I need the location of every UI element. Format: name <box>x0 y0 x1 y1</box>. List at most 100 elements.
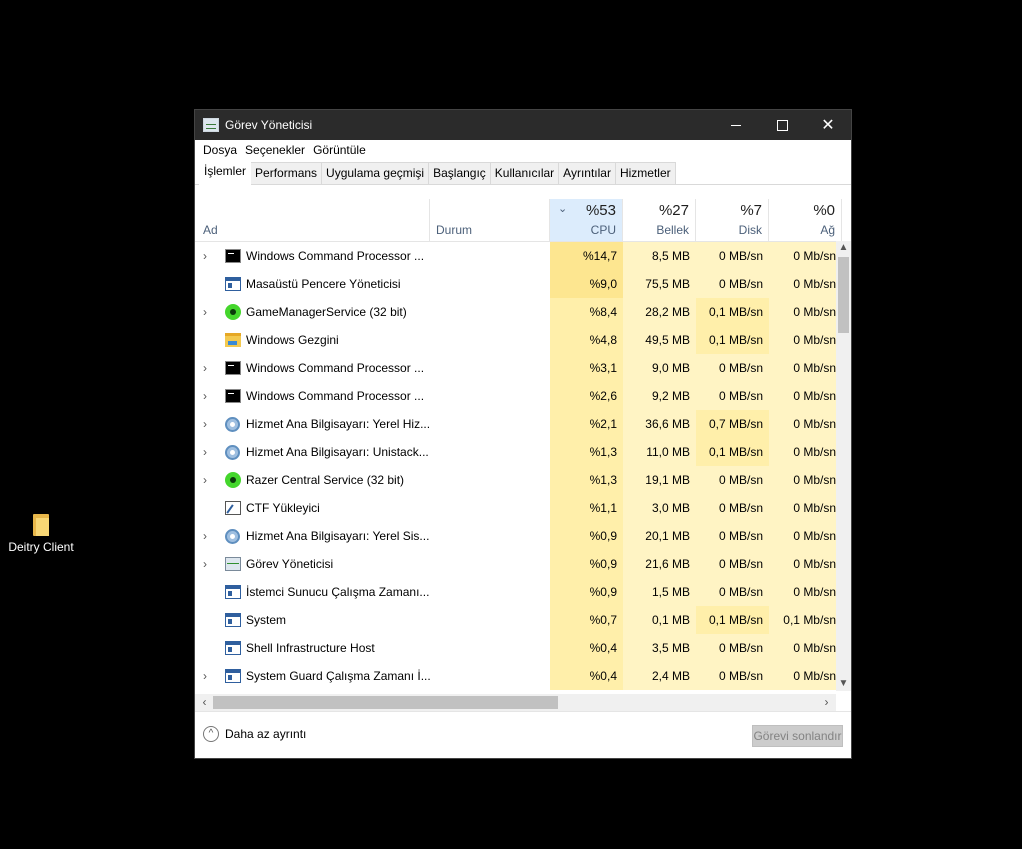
network-cell: 0 Mb/sn <box>769 578 842 606</box>
menu-file[interactable]: Dosya <box>203 143 237 157</box>
process-name: System Guard Çalışma Zamanı İ... <box>246 669 431 683</box>
process-name-cell: CTF Yükleyici <box>195 494 430 522</box>
table-row[interactable]: › Hizmet Ana Bilgisayarı: Yerel Sis... %0,… <box>195 522 851 550</box>
expand-chevron-icon[interactable]: › <box>203 522 207 550</box>
ctf-icon <box>225 501 241 515</box>
scroll-left-icon[interactable]: ‹ <box>197 694 212 711</box>
expand-chevron-icon[interactable]: › <box>203 438 207 466</box>
column-header-disk[interactable]: %7 Disk <box>696 199 769 241</box>
gear-icon <box>225 417 240 432</box>
table-row[interactable]: System %0,7 0,1 MB 0,1 MB/sn 0,1 Mb/sn <box>195 606 851 634</box>
maximize-icon <box>776 119 788 131</box>
maximize-button[interactable] <box>759 110 805 140</box>
table-row[interactable]: › Hizmet Ana Bilgisayarı: Yerel Hiz... %2,… <box>195 410 851 438</box>
expand-chevron-icon[interactable]: › <box>203 662 207 690</box>
cpu-cell: %0,7 <box>550 606 623 634</box>
cpu-cell: %2,1 <box>550 410 623 438</box>
process-list: › Windows Command Processor ... %14,7 8,5 M… <box>195 242 851 690</box>
table-row[interactable]: › Windows Command Processor ... %2,6 9,2 MB… <box>195 382 851 410</box>
cpu-cell: %8,4 <box>550 298 623 326</box>
process-name: CTF Yükleyici <box>246 501 320 515</box>
menu-view[interactable]: Görüntüle <box>313 143 366 157</box>
network-label: Ağ <box>820 223 835 237</box>
process-name: Windows Command Processor ... <box>246 361 425 375</box>
close-button[interactable]: ✕ <box>805 110 851 140</box>
task-manager-icon <box>203 118 219 132</box>
disk-cell: 0 MB/sn <box>696 634 769 662</box>
cpu-cell: %0,4 <box>550 634 623 662</box>
process-name: Masaüstü Pencere Yöneticisi <box>246 277 401 291</box>
column-header-name[interactable]: Ad <box>195 199 430 241</box>
scroll-up-icon[interactable]: ▲ <box>836 241 851 255</box>
tab-users[interactable]: Kullanıcılar <box>489 162 560 184</box>
cpu-cell: %4,8 <box>550 326 623 354</box>
expand-chevron-icon[interactable]: › <box>203 298 207 326</box>
memory-cell: 2,4 MB <box>623 662 696 690</box>
expand-chevron-icon[interactable]: › <box>203 466 207 494</box>
process-name-cell: › System Guard Çalışma Zamanı İ... <box>195 662 431 690</box>
table-row[interactable]: CTF Yükleyici %1,1 3,0 MB 0 MB/sn 0 Mb/sn <box>195 494 851 522</box>
vertical-scroll-thumb[interactable] <box>838 257 849 333</box>
column-header-cpu[interactable]: ⌄ %53 CPU <box>550 199 623 241</box>
minimize-button[interactable] <box>713 110 759 140</box>
table-row[interactable]: › Windows Command Processor ... %3,1 9,0 MB… <box>195 354 851 382</box>
gear-icon <box>225 445 240 460</box>
disk-cell: 0 MB/sn <box>696 550 769 578</box>
process-name: Shell Infrastructure Host <box>246 641 375 655</box>
process-name-cell: › Windows Command Processor ... <box>195 354 430 382</box>
table-row[interactable]: › Windows Command Processor ... %14,7 8,5 M… <box>195 242 851 270</box>
memory-cell: 3,5 MB <box>623 634 696 662</box>
horizontal-scroll-thumb[interactable] <box>213 696 558 709</box>
scroll-right-icon[interactable]: › <box>819 694 834 711</box>
column-header-memory[interactable]: %27 Bellek <box>623 199 696 241</box>
expand-chevron-icon[interactable]: › <box>203 242 207 270</box>
disk-cell: 0,1 MB/sn <box>696 438 769 466</box>
disk-cell: 0 MB/sn <box>696 578 769 606</box>
column-header-status[interactable]: Durum <box>430 199 550 241</box>
tab-details[interactable]: Ayrıntılar <box>558 162 616 184</box>
tab-processes[interactable]: İşlemler <box>199 160 252 185</box>
menu-bar: Dosya Seçenekler Görüntüle <box>195 140 851 160</box>
tab-app-history[interactable]: Uygulama geçmişi <box>321 162 430 184</box>
disk-cell: 0,1 MB/sn <box>696 606 769 634</box>
end-task-button[interactable]: Görevi sonlandır <box>752 725 843 747</box>
app-icon <box>225 613 241 627</box>
table-row[interactable]: Masaüstü Pencere Yöneticisi %9,0 75,5 MB 0 … <box>195 270 851 298</box>
table-row[interactable]: Shell Infrastructure Host %0,4 3,5 MB 0 MB/… <box>195 634 851 662</box>
table-row[interactable]: › Razer Central Service (32 bit) %1,3 19,1 … <box>195 466 851 494</box>
expand-chevron-icon[interactable]: › <box>203 382 207 410</box>
table-row[interactable]: › Görev Yöneticisi %0,9 21,6 MB 0 MB/sn 0 Mb/… <box>195 550 851 578</box>
network-cell: 0 Mb/sn <box>769 326 842 354</box>
tab-strip: İşlemler Performans Uygulama geçmişi Baş… <box>195 160 851 185</box>
expand-chevron-icon[interactable]: › <box>203 354 207 382</box>
tab-startup[interactable]: Başlangıç <box>428 162 491 184</box>
fewer-details-button[interactable]: ^ Daha az ayrıntı <box>203 726 306 742</box>
razer-icon <box>225 304 241 320</box>
table-row[interactable]: › GameManagerService (32 bit) %8,4 28,2 MB 0… <box>195 298 851 326</box>
expand-chevron-icon[interactable]: › <box>203 550 207 578</box>
network-cell: 0 Mb/sn <box>769 662 842 690</box>
table-row[interactable]: İstemci Sunucu Çalışma Zamanı... %0,9 1,5 … <box>195 578 851 606</box>
table-row[interactable]: › System Guard Çalışma Zamanı İ... %0,4 2,4… <box>195 662 851 690</box>
column-header-network[interactable]: %0 Ağ <box>769 199 842 241</box>
horizontal-scrollbar[interactable]: ‹ › <box>195 694 836 711</box>
network-cell: 0 Mb/sn <box>769 382 842 410</box>
expand-chevron-icon[interactable]: › <box>203 410 207 438</box>
memory-cell: 11,0 MB <box>623 438 696 466</box>
cpu-cell: %0,9 <box>550 550 623 578</box>
tab-performance[interactable]: Performans <box>250 162 323 184</box>
column-header-row: Ad Durum ⌄ %53 CPU %27 Bellek %7 Disk %0… <box>195 199 851 242</box>
desktop-icon-label: Deitry Client <box>8 540 74 554</box>
table-row[interactable]: Windows Gezgini %4,8 49,5 MB 0,1 MB/sn 0 Mb/… <box>195 326 851 354</box>
title-bar[interactable]: Görev Yöneticisi ✕ <box>195 110 851 140</box>
tab-services[interactable]: Hizmetler <box>614 162 676 184</box>
vertical-scrollbar[interactable]: ▲ ▼ <box>836 241 851 691</box>
desktop-folder-icon[interactable]: Deitry Client <box>4 512 78 554</box>
table-row[interactable]: › Hizmet Ana Bilgisayarı: Unistack... %1,3… <box>195 438 851 466</box>
disk-cell: 0 MB/sn <box>696 270 769 298</box>
memory-cell: 1,5 MB <box>623 578 696 606</box>
razer-icon <box>225 472 241 488</box>
scroll-down-icon[interactable]: ▼ <box>836 677 851 691</box>
menu-options[interactable]: Seçenekler <box>245 143 305 157</box>
process-grid: Ad Durum ⌄ %53 CPU %27 Bellek %7 Disk %0… <box>195 199 851 695</box>
